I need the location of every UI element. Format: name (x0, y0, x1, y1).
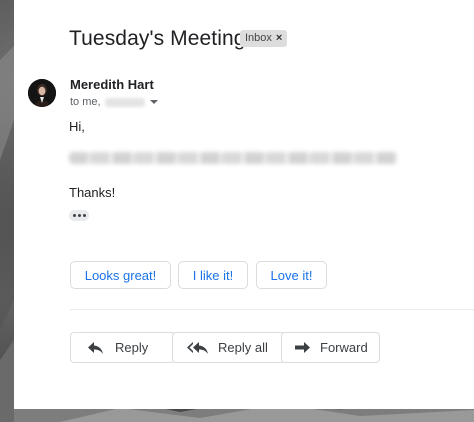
inbox-label-chip[interactable]: Inbox × (240, 30, 288, 47)
smart-reply-love-it[interactable]: Love it! (256, 261, 327, 289)
recipients-line[interactable]: to me, (70, 96, 158, 108)
forward-button[interactable]: Forward (281, 332, 380, 363)
smart-reply-i-like-it[interactable]: I like it! (178, 261, 248, 289)
email-subject: Tuesday's Meeting (69, 27, 246, 50)
more-icon[interactable] (69, 210, 89, 221)
reply-icon (88, 341, 103, 354)
label-text: Inbox (245, 32, 272, 44)
reply-all-label: Reply all (218, 340, 268, 355)
reply-all-button[interactable]: Reply all (172, 332, 285, 363)
reply-button[interactable]: Reply (70, 332, 175, 363)
redacted-body-text (69, 152, 397, 164)
redacted-recipient (104, 97, 145, 107)
reply-all-icon (187, 341, 208, 354)
sender-avatar[interactable] (28, 79, 56, 107)
email-card: Tuesday's Meeting Inbox × Meredith Hart … (14, 0, 474, 409)
chevron-down-icon[interactable] (149, 100, 158, 104)
smart-reply-looks-great[interactable]: Looks great! (70, 261, 171, 289)
divider (70, 309, 474, 310)
to-prefix: to me, (70, 96, 101, 108)
email-greeting: Hi, (69, 119, 85, 134)
sender-name[interactable]: Meredith Hart (70, 77, 154, 92)
forward-icon (295, 341, 310, 353)
remove-label-icon[interactable]: × (276, 30, 282, 47)
email-signoff: Thanks! (69, 185, 116, 200)
forward-label: Forward (320, 340, 368, 355)
reply-label: Reply (115, 340, 149, 355)
